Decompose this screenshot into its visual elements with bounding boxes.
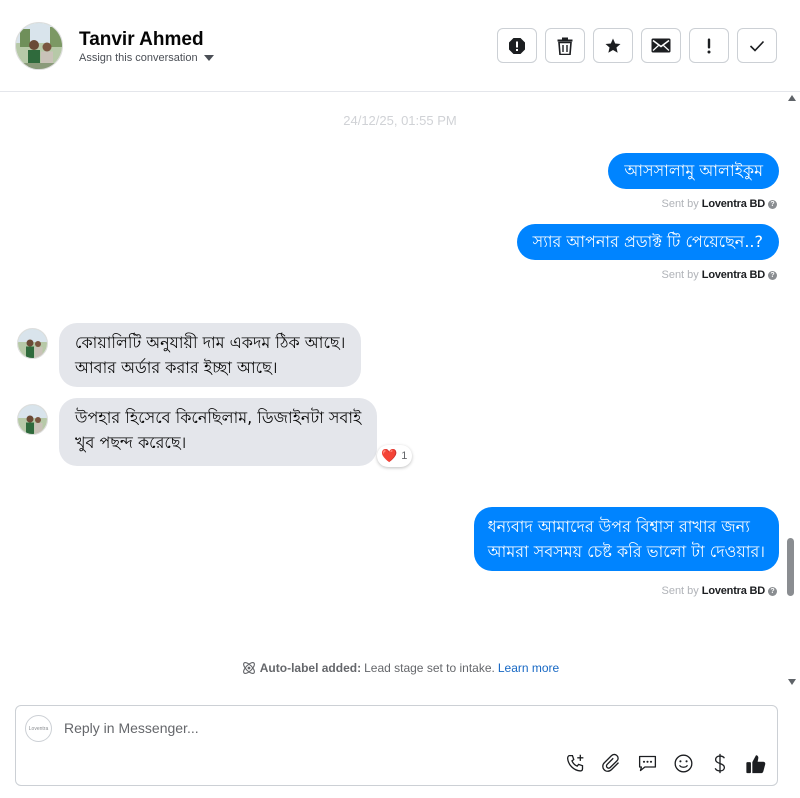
emoji-icon — [674, 754, 693, 773]
delete-button[interactable] — [545, 28, 585, 63]
composer-tools — [564, 752, 767, 775]
paperclip-icon — [602, 753, 619, 772]
saved-reply-icon — [638, 755, 657, 772]
trash-icon — [557, 37, 573, 55]
outgoing-message[interactable]: ধন্যবাদ আমাদের উপর বিশ্বাস রাখার জন্য আম… — [473, 507, 779, 571]
reply-composer: Loventra — [15, 705, 778, 786]
incoming-message[interactable]: উপহার হিসেবে কিনেছিলাম, ডিজাইনটা সবাই খু… — [59, 398, 378, 466]
message-timestamp: 24/12/25, 01:55 PM — [343, 113, 457, 128]
call-button[interactable] — [564, 752, 587, 775]
help-icon[interactable]: ? — [768, 270, 777, 280]
conversation-header: Tanvir Ahmed Assign this conversation — [0, 0, 800, 92]
help-icon[interactable]: ? — [768, 586, 777, 596]
exclamation-icon — [707, 38, 711, 53]
chevron-down-icon — [203, 55, 214, 61]
sent-by-label: Sent by Loventra BD ? — [661, 585, 777, 597]
emoji-button[interactable] — [672, 752, 695, 775]
reply-input[interactable] — [64, 720, 664, 736]
mail-icon — [651, 38, 671, 53]
saved-replies-button[interactable] — [636, 752, 659, 775]
header-actions — [497, 28, 777, 63]
auto-label-text: Lead stage set to intake. — [364, 661, 495, 675]
heart-icon: ❤️ — [381, 448, 398, 463]
sent-by-prefix: Sent by — [661, 585, 699, 597]
star-button[interactable] — [593, 28, 633, 63]
outgoing-message[interactable]: স্যার আপনার প্রডাক্ট টি পেয়েছেন..? — [516, 224, 779, 260]
call-add-icon — [566, 754, 584, 772]
scroll-down-arrow[interactable] — [788, 679, 796, 685]
learn-more-link[interactable]: Learn more — [498, 661, 559, 675]
mark-unread-button[interactable] — [641, 28, 681, 63]
check-icon — [749, 40, 765, 52]
message-line: খুব পছন্দ করেছে। — [75, 433, 187, 452]
reaction-count: 1 — [401, 450, 408, 462]
assign-conversation-dropdown[interactable]: Assign this conversation — [79, 52, 214, 64]
help-icon[interactable]: ? — [768, 199, 777, 209]
message-reaction[interactable]: ❤️ 1 — [377, 445, 413, 467]
attach-button[interactable] — [600, 752, 623, 775]
contact-name: Tanvir Ahmed — [79, 29, 204, 50]
sender-name: Loventra BD — [701, 198, 765, 210]
message-line: আবার অর্ডার করার ইচ্ছা আছে। — [75, 358, 278, 377]
assign-label: Assign this conversation — [79, 52, 198, 64]
message-line: উপহার হিসেবে কিনেছিলাম, ডিজাইনটা সবাই — [75, 408, 362, 427]
incoming-message[interactable]: কোয়ালিটি অনুযায়ী দাম একদম ঠিক আছে। আবা… — [59, 323, 362, 387]
auto-label-notice: Auto-label added: Lead stage set to inta… — [0, 660, 800, 676]
contact-avatar-small[interactable] — [17, 404, 48, 435]
sender-name: Loventra BD — [701, 585, 765, 597]
star-icon — [605, 38, 621, 53]
auto-label-title: Auto-label added: — [259, 661, 362, 675]
sent-by-label: Sent by Loventra BD ? — [661, 198, 777, 210]
message-line: ধন্যবাদ আমাদের উপর বিশ্বাস রাখার জন্য — [487, 517, 750, 536]
page-avatar: Loventra — [25, 715, 52, 742]
sent-by-prefix: Sent by — [661, 269, 699, 281]
thumbs-up-button[interactable] — [744, 752, 767, 775]
outgoing-message[interactable]: আসসালামু আলাইকুম — [608, 153, 779, 189]
follow-up-button[interactable] — [689, 28, 729, 63]
sent-by-label: Sent by Loventra BD ? — [661, 269, 777, 281]
mark-spam-button[interactable] — [497, 28, 537, 63]
scrollbar-thumb[interactable] — [787, 538, 794, 596]
mark-done-button[interactable] — [737, 28, 777, 63]
atom-icon — [242, 662, 255, 674]
thumbs-up-icon — [745, 754, 765, 773]
scroll-up-arrow[interactable] — [788, 95, 796, 101]
spam-icon — [509, 37, 525, 54]
payment-button[interactable] — [708, 752, 731, 775]
message-line: আমরা সবসময় চেষ্ট করি ভালো টা দেওয়ার। — [487, 542, 765, 561]
sender-name: Loventra BD — [701, 269, 765, 281]
contact-avatar[interactable] — [15, 22, 63, 70]
contact-avatar-small[interactable] — [17, 328, 48, 359]
dollar-icon — [714, 753, 725, 774]
sent-by-prefix: Sent by — [661, 198, 699, 210]
message-line: কোয়ালিটি অনুযায়ী দাম একদম ঠিক আছে। — [75, 333, 346, 352]
